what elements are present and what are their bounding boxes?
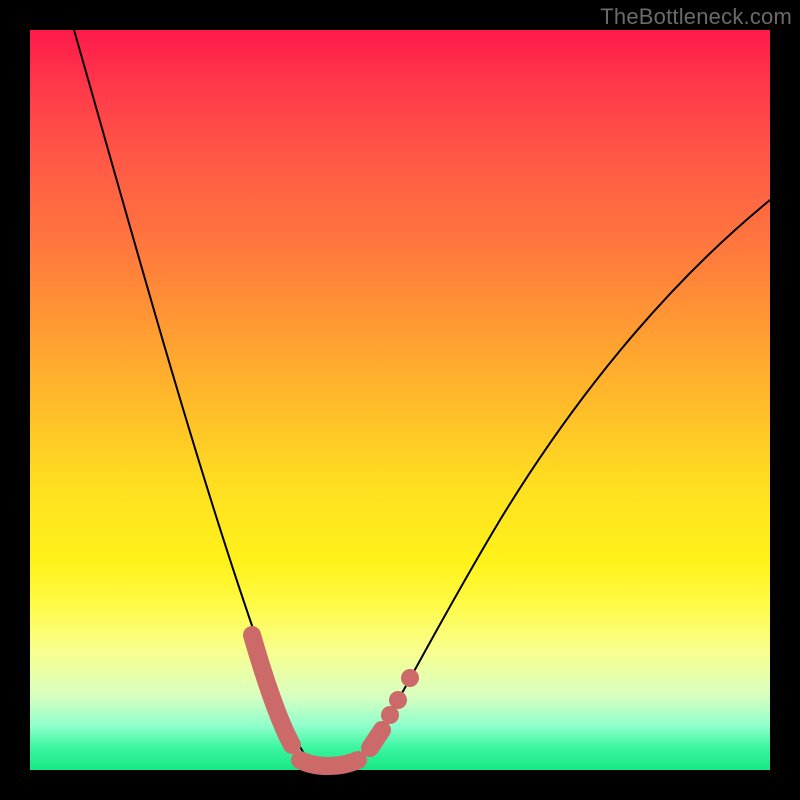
chart-frame: TheBottleneck.com (0, 0, 800, 800)
dot (401, 669, 419, 687)
dot-cluster-left (252, 635, 292, 745)
bottleneck-curve (74, 30, 770, 768)
dot-cluster-bottom (300, 760, 358, 766)
dot-cluster-right (370, 730, 382, 748)
dot (389, 691, 407, 709)
curve-svg (30, 30, 770, 770)
plot-area (30, 30, 770, 770)
watermark-text: TheBottleneck.com (600, 4, 792, 30)
